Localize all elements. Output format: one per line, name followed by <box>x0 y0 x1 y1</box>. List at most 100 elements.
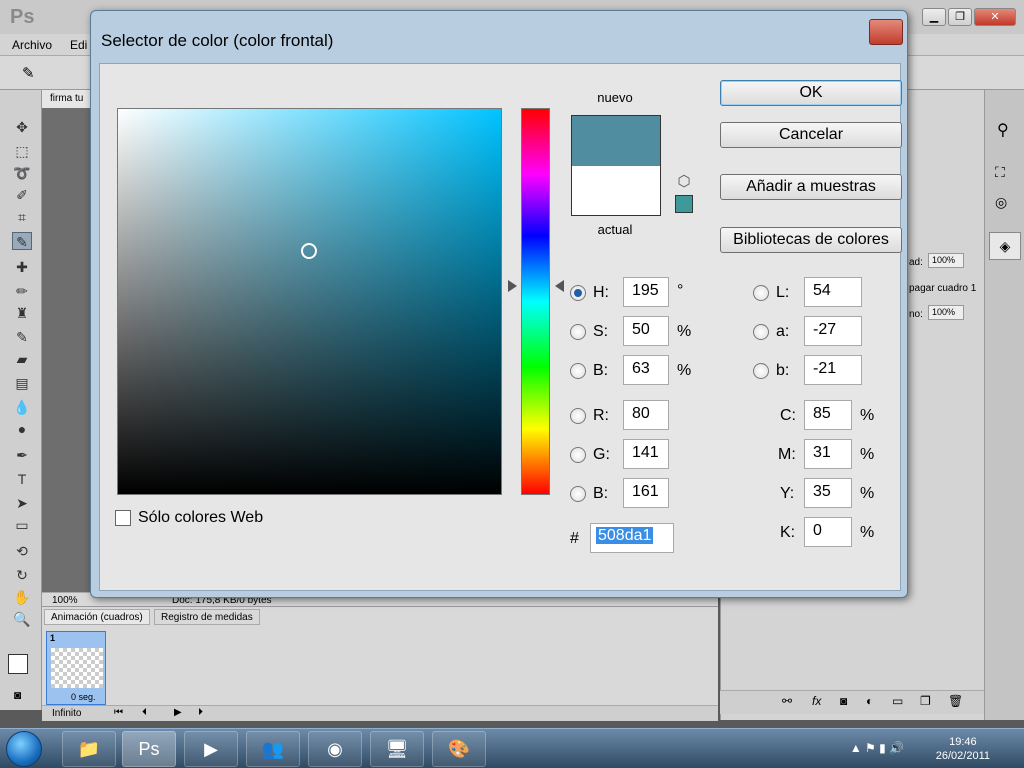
web-safe-cube-icon[interactable]: ⬡ <box>675 172 693 190</box>
lab-b-radio[interactable] <box>753 363 769 379</box>
zoom-tool-icon[interactable]: 🔍 <box>12 610 32 628</box>
dodge-tool-icon[interactable]: ● <box>12 420 32 438</box>
brightness-input[interactable]: 63 <box>623 355 669 385</box>
blur-tool-icon[interactable]: 💧 <box>12 398 32 416</box>
photoshop-taskbar-icon[interactable]: Ps <box>122 731 176 767</box>
mask-icon[interactable]: ◙ <box>840 694 847 708</box>
ok-button[interactable]: OK <box>720 80 902 106</box>
adjustment-icon[interactable]: ◐ <box>866 694 873 708</box>
current-color-swatch[interactable] <box>572 166 660 215</box>
minimize-button[interactable]: ▁ <box>922 8 946 26</box>
type-tool-icon[interactable]: T <box>12 470 32 488</box>
next-frame-icon[interactable]: ⏵ <box>198 707 203 718</box>
opacity-field[interactable]: 100% <box>928 253 964 268</box>
marquee-tool-icon[interactable]: ⬚ <box>12 142 32 160</box>
lasso-tool-icon[interactable]: ➰ <box>12 164 32 182</box>
hue-input[interactable]: 195 <box>623 277 669 307</box>
color-field-cursor[interactable] <box>301 243 317 259</box>
cancel-button[interactable]: Cancelar <box>720 122 902 148</box>
yellow-input[interactable]: 35 <box>804 478 852 508</box>
lab-a-input[interactable]: -27 <box>804 316 862 346</box>
saturation-input[interactable]: 50 <box>623 316 669 346</box>
cyan-input[interactable]: 85 <box>804 400 852 430</box>
crop-tool-icon[interactable]: ⌗ <box>12 208 32 226</box>
brush-presets-icon[interactable]: ⚲ <box>997 120 1009 140</box>
eraser-tool-icon[interactable]: ▰ <box>12 350 32 368</box>
loop-select[interactable]: Infinito <box>52 708 81 719</box>
brightness-radio[interactable] <box>570 363 586 379</box>
3d-rotate-icon[interactable]: ⟲ <box>12 542 32 560</box>
shape-tool-icon[interactable]: ▭ <box>12 516 32 534</box>
hue-slider-arrow-left[interactable] <box>508 280 517 292</box>
3d-orbit-icon[interactable]: ↻ <box>12 566 32 584</box>
lab-b-input[interactable]: -21 <box>804 355 862 385</box>
close-button[interactable]: ✕ <box>974 8 1016 26</box>
play-icon[interactable]: ▶ <box>174 707 182 718</box>
explorer-icon[interactable]: 📁 <box>62 731 116 767</box>
hue-radio[interactable] <box>570 285 586 301</box>
fill-field[interactable]: 100% <box>928 305 964 320</box>
color-libraries-button[interactable]: Bibliotecas de colores <box>720 227 902 253</box>
history-brush-icon[interactable]: ✎ <box>12 328 32 346</box>
messenger-icon[interactable]: 👥 <box>246 731 300 767</box>
animation-frame[interactable]: 1 0 seg. <box>46 631 106 705</box>
gradient-tool-icon[interactable]: ▤ <box>12 374 32 392</box>
start-button[interactable] <box>6 731 42 767</box>
fx-icon[interactable]: fx <box>812 694 821 708</box>
add-to-swatches-button[interactable]: Añadir a muestras <box>720 174 902 200</box>
hex-input[interactable]: 508da1 <box>590 523 674 553</box>
tab-registro[interactable]: Registro de medidas <box>154 609 260 625</box>
saturation-brightness-field[interactable] <box>117 108 502 495</box>
foreground-color-swatch[interactable] <box>8 654 28 674</box>
menu-item-edicion[interactable]: Edi <box>70 38 87 52</box>
restore-button[interactable]: ❐ <box>948 8 972 26</box>
layers-icon[interactable]: ◈ <box>989 232 1021 260</box>
trash-icon[interactable]: 🗑 <box>948 694 963 708</box>
computer-icon[interactable]: 🖥 <box>370 731 424 767</box>
pen-tool-icon[interactable]: ✒ <box>12 446 32 464</box>
link-icon[interactable]: ⚯ <box>782 694 792 708</box>
quick-mask-icon[interactable]: ◙ <box>14 688 21 702</box>
blue-radio[interactable] <box>570 486 586 502</box>
tab-animacion[interactable]: Animación (cuadros) <box>44 609 150 625</box>
quick-select-icon[interactable]: ✐ <box>12 186 32 204</box>
eyedropper-tool-icon[interactable]: ✎ <box>12 232 32 250</box>
blue-input[interactable]: 161 <box>623 478 669 508</box>
magenta-input[interactable]: 31 <box>804 439 852 469</box>
firefox-icon[interactable]: ◉ <box>308 731 362 767</box>
prev-frame-icon[interactable]: ⏴ <box>142 707 147 718</box>
new-layer-icon[interactable]: ❐ <box>920 694 931 708</box>
web-colors-checkbox[interactable] <box>115 510 131 526</box>
first-frame-icon[interactable]: ⏮ <box>114 707 123 718</box>
frame-delay[interactable]: 0 seg. <box>71 692 96 702</box>
menu-item-archivo[interactable]: Archivo <box>12 38 52 52</box>
system-tray-icons[interactable]: ▲ ⚑ ▮ 🔊 <box>850 741 904 755</box>
dialog-close-button[interactable] <box>869 19 903 45</box>
green-input[interactable]: 141 <box>623 439 669 469</box>
system-clock[interactable]: 19:46 26/02/2011 <box>936 735 990 763</box>
hue-slider-arrow-right[interactable] <box>555 280 564 292</box>
saturation-radio[interactable] <box>570 324 586 340</box>
3d-icon[interactable]: ◎ <box>995 194 1007 211</box>
move-tool-icon[interactable]: ✥ <box>12 118 32 136</box>
media-player-icon[interactable]: ▶ <box>184 731 238 767</box>
green-radio[interactable] <box>570 447 586 463</box>
red-radio[interactable] <box>570 408 586 424</box>
path-select-icon[interactable]: ➤ <box>12 494 32 512</box>
stamp-tool-icon[interactable]: ♜ <box>12 304 32 322</box>
brush-tool-icon[interactable]: ✏ <box>12 282 32 300</box>
web-safe-color-swatch[interactable] <box>675 195 693 213</box>
zoom-level[interactable]: 100% <box>52 595 78 606</box>
folder-icon[interactable]: ▭ <box>892 694 903 708</box>
eyedropper-icon[interactable]: ✎ <box>22 64 35 82</box>
paint-icon[interactable]: 🎨 <box>432 731 486 767</box>
hue-slider[interactable] <box>521 108 550 495</box>
hand-tool-icon[interactable]: ✋ <box>12 588 32 606</box>
propagate-frame-label[interactable]: pagar cuadro 1 <box>906 280 979 297</box>
red-input[interactable]: 80 <box>623 400 669 430</box>
lab-l-input[interactable]: 54 <box>804 277 862 307</box>
transform-icon[interactable]: ⛶ <box>995 164 1005 181</box>
lab-l-radio[interactable] <box>753 285 769 301</box>
healing-tool-icon[interactable]: ✚ <box>12 258 32 276</box>
black-input[interactable]: 0 <box>804 517 852 547</box>
